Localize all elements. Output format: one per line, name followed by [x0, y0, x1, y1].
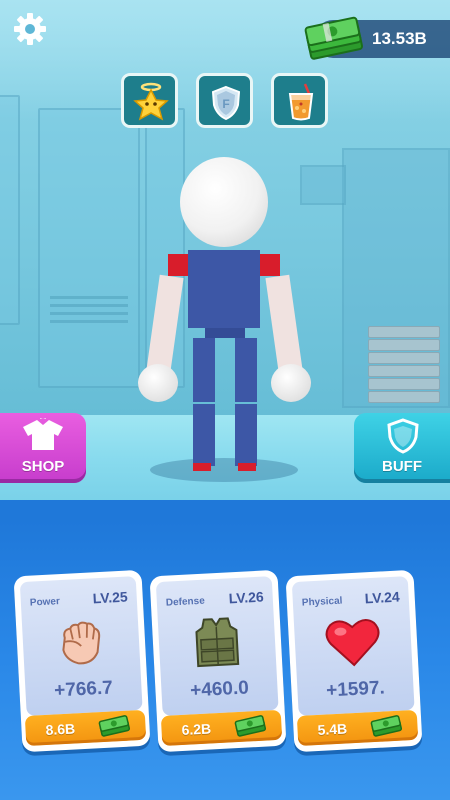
buff-label: BUFF [382, 458, 422, 475]
torso [188, 250, 260, 328]
boost-angel-star[interactable] [121, 73, 178, 128]
floor-edge [0, 500, 450, 520]
cash-icon [98, 715, 131, 737]
shield-icon: F [211, 85, 241, 121]
cost-amount: 6.2B [181, 720, 212, 738]
card-value: +766.7 [53, 677, 114, 702]
locker [0, 95, 20, 325]
card-value: +1597. [325, 677, 386, 702]
card-value: +460.0 [189, 677, 250, 702]
left-shoulder [168, 254, 188, 276]
upgrade-cost-button[interactable]: 6.2B [160, 709, 283, 747]
shop-label: SHOP [21, 458, 65, 475]
card-title: Physical [301, 595, 343, 609]
upgrade-card-physical[interactable]: Physical LV.24 +1597. 5.4B [285, 569, 423, 753]
cost-amount: 5.4B [317, 720, 348, 738]
right-shin [235, 404, 257, 466]
left-hand [138, 364, 178, 402]
cash-stack-icon [304, 16, 364, 60]
cost-amount: 8.6B [45, 720, 76, 738]
wall-shelf [300, 165, 346, 205]
upgrade-card-power[interactable]: Power LV.25 +766.7 8.6B [13, 569, 151, 753]
left-foot [193, 463, 211, 471]
money-amount: 13.53B [372, 29, 427, 48]
waist [205, 328, 245, 338]
cash-icon [234, 715, 267, 737]
cash-icon [370, 715, 403, 737]
head [180, 157, 268, 247]
right-hand [271, 364, 311, 402]
boost-drink[interactable] [271, 73, 328, 128]
weight-plates [368, 326, 440, 408]
card-level: LV.25 [92, 588, 129, 607]
settings-button[interactable] [12, 11, 48, 47]
right-arm [265, 274, 303, 374]
card-level: LV.24 [364, 588, 401, 607]
gear-icon [14, 13, 46, 45]
left-thigh [193, 338, 215, 402]
upgrade-cost-button[interactable]: 5.4B [296, 709, 419, 747]
shield-icon [387, 418, 419, 454]
heart-icon [325, 618, 380, 667]
fist-icon [62, 621, 101, 665]
armor-vest-icon [195, 617, 240, 668]
upgrade-cost-button[interactable]: 8.6B [24, 709, 147, 747]
buff-button[interactable]: BUFF [354, 413, 450, 483]
card-title: Defense [165, 595, 206, 609]
right-shoulder [260, 254, 280, 276]
shirt-icon [23, 418, 63, 450]
card-title: Power [29, 596, 61, 609]
locker [38, 108, 140, 388]
angel-star-icon [133, 82, 169, 121]
card-body: Defense LV.26 +460.0 [155, 576, 279, 716]
svg-text:F: F [222, 97, 229, 111]
right-thigh [235, 338, 257, 402]
upgrade-card-defense[interactable]: Defense LV.26 +460.0 6.2B [149, 569, 287, 753]
card-body: Power LV.25 +766.7 [19, 576, 143, 716]
drink-icon [288, 83, 314, 121]
shop-button[interactable]: SHOP [0, 413, 86, 483]
right-foot [238, 463, 256, 471]
character-shadow [150, 458, 298, 482]
card-level: LV.26 [228, 588, 265, 607]
card-body: Physical LV.24 +1597. [291, 576, 415, 716]
boost-shield[interactable]: F [196, 73, 253, 128]
left-shin [193, 404, 215, 466]
